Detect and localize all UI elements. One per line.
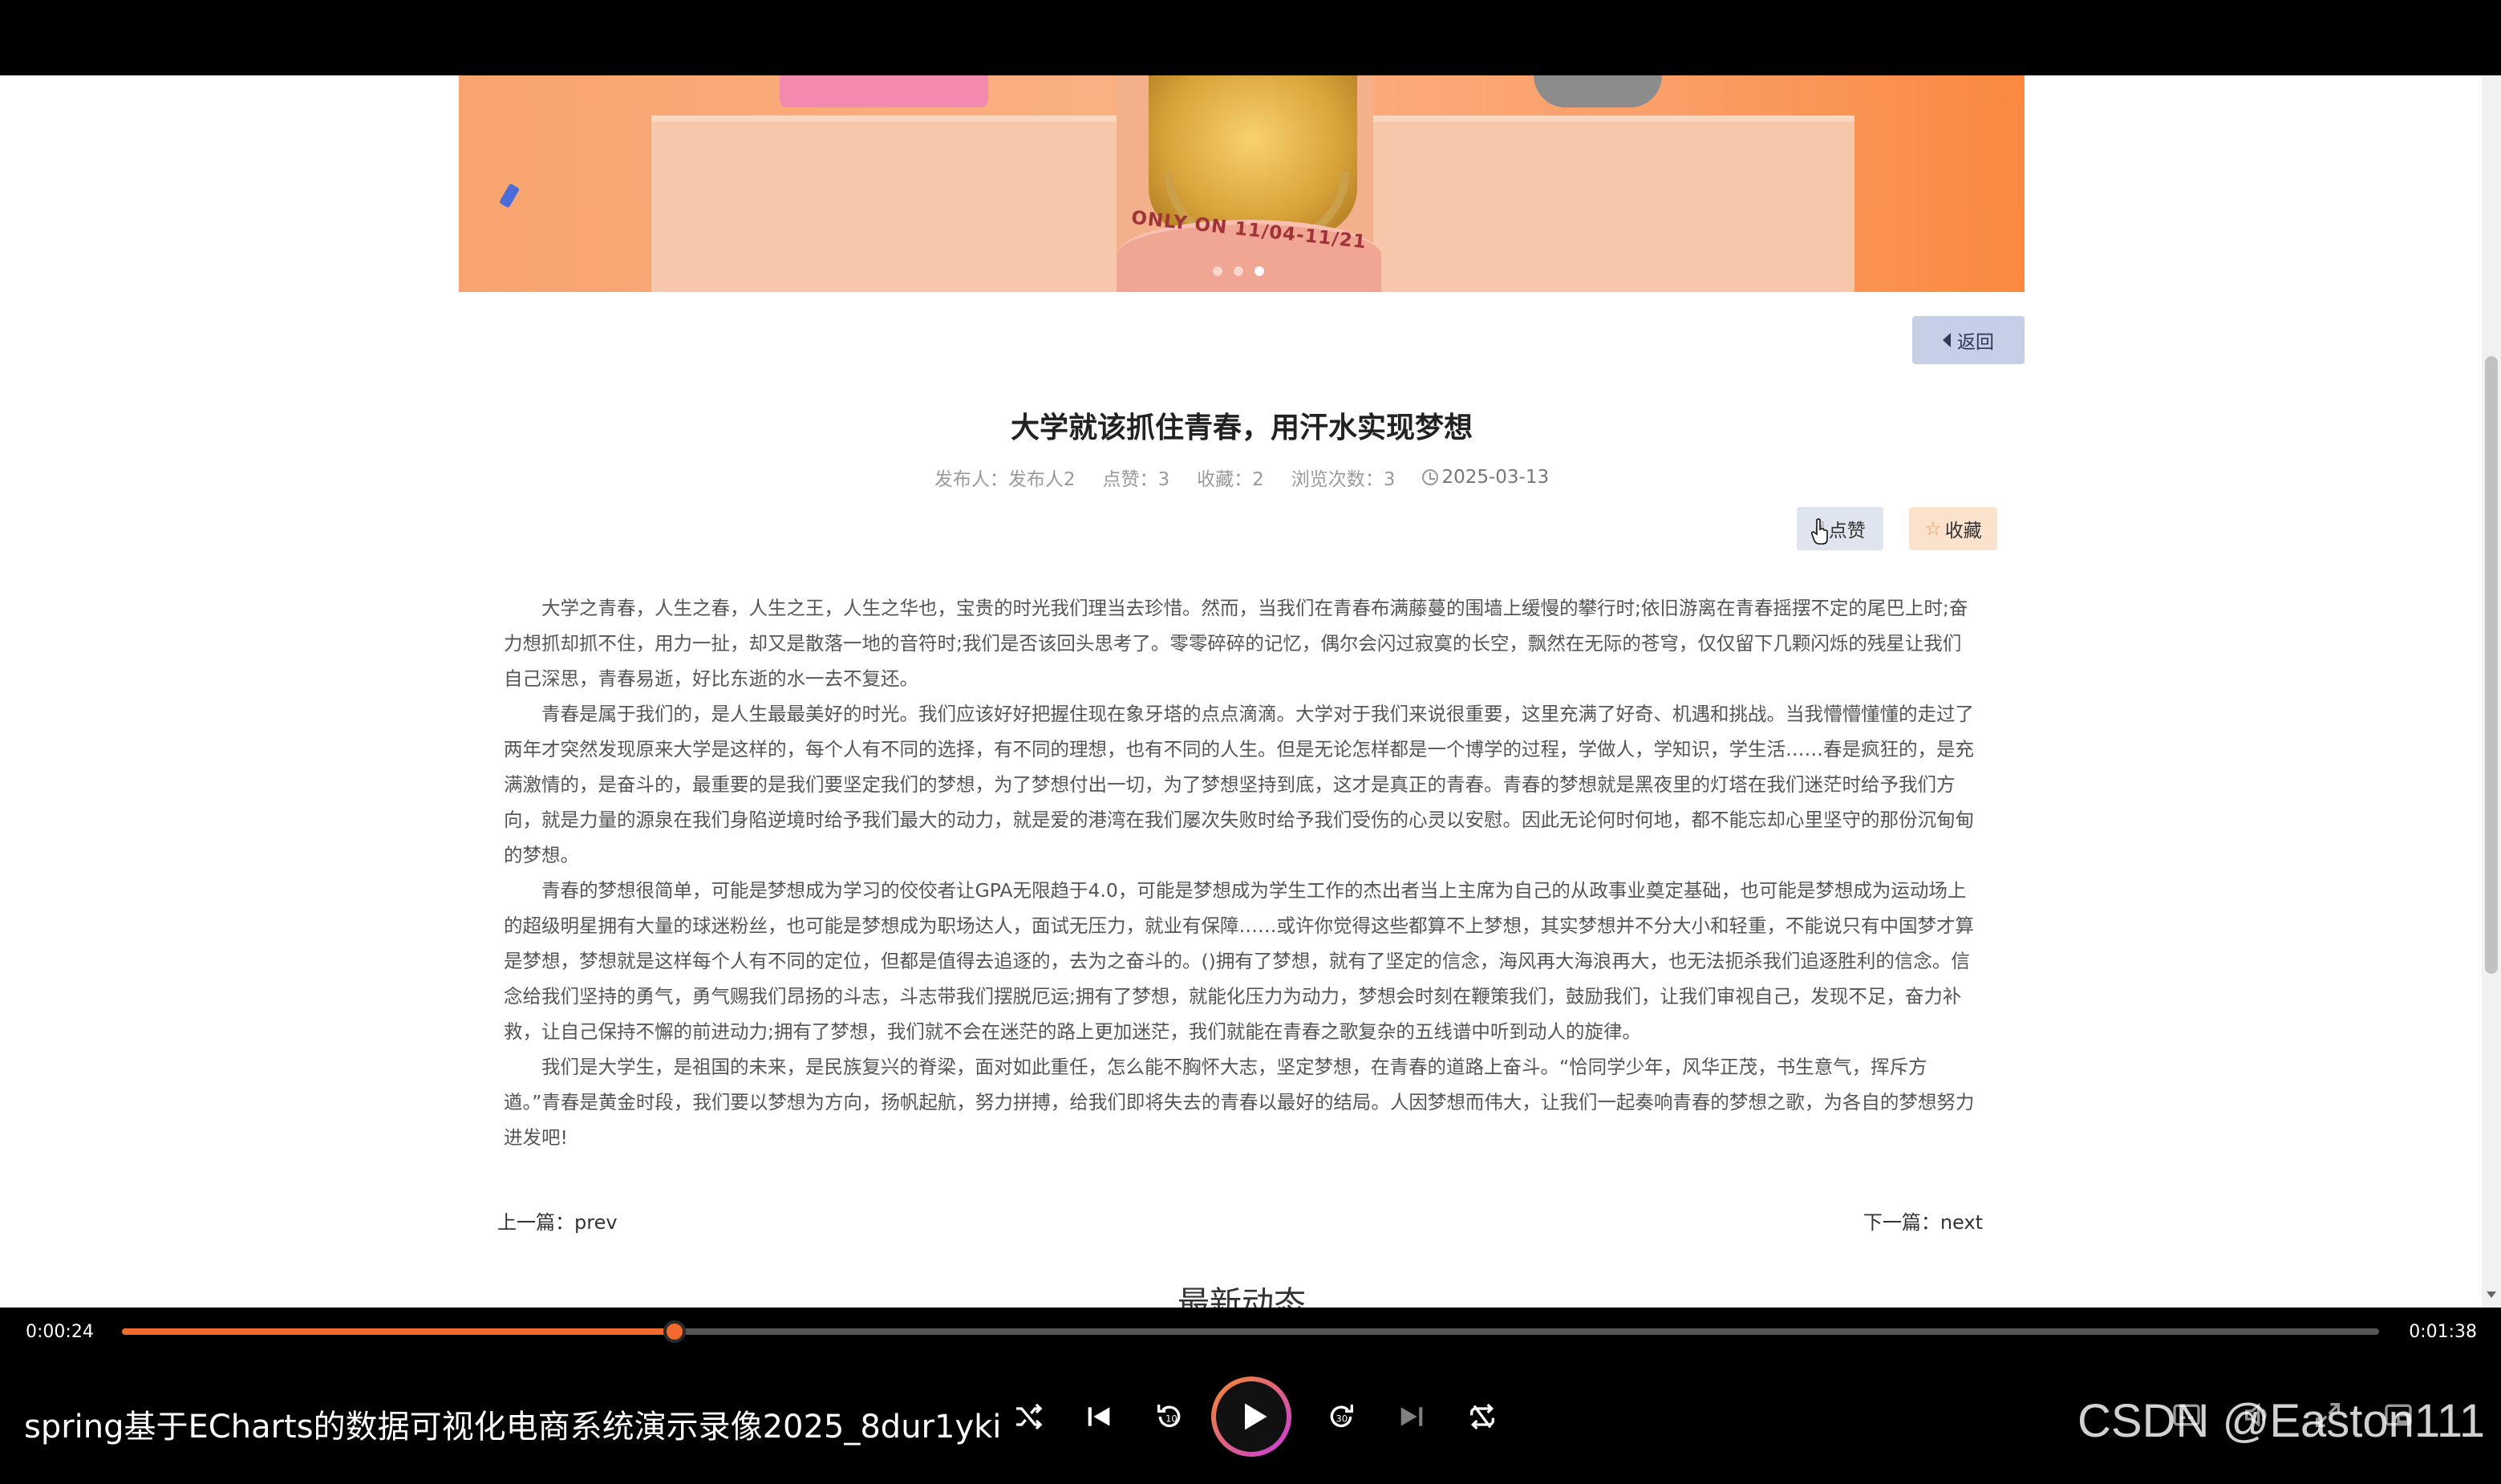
banner-pedestal-right	[1373, 116, 1854, 292]
rewind-10-icon: 10	[1157, 1405, 1181, 1428]
meta-likes: 点赞：3	[1102, 469, 1170, 490]
banner-product-right	[1534, 75, 1662, 107]
carousel-indicators	[1213, 266, 1264, 276]
clock-icon	[1422, 469, 1439, 485]
hand-cursor-icon	[1811, 518, 1828, 545]
play-button[interactable]	[1211, 1377, 1291, 1457]
play-button-inner	[1216, 1381, 1287, 1452]
prev-article-link[interactable]: 上一篇：prev	[497, 1206, 618, 1235]
back-button-label: 返回	[1957, 332, 1994, 353]
next-article-link[interactable]: 下一篇：next	[1863, 1206, 1983, 1235]
progress-fill	[122, 1328, 675, 1335]
svg-text:10: 10	[1165, 1413, 1178, 1425]
carousel-dot[interactable]	[1213, 266, 1222, 276]
back-button[interactable]: 返回	[1912, 316, 2025, 364]
play-icon	[1245, 1403, 1267, 1430]
video-player-controls: 0:00:24 0:01:38 spring基于ECharts的数据可视化电商系…	[0, 1308, 2501, 1484]
csdn-watermark: CSDN @Easton111	[2077, 1395, 2486, 1447]
web-page-viewport: ONLY ON 11/04-11/21 返回 大学就该抓住青春，用汗水实现梦想 …	[0, 75, 2501, 1308]
current-time: 0:00:24	[26, 1322, 94, 1342]
collect-button-label: 收藏	[1944, 521, 1982, 541]
video-title: spring基于ECharts的数据可视化电商系统演示录像2025_8dur1y…	[24, 1409, 1002, 1445]
meta-collects: 收藏：2	[1197, 469, 1264, 490]
like-button-label: 点赞	[1828, 521, 1866, 541]
svg-text:30: 30	[1336, 1413, 1348, 1425]
article-body: 大学之青春，人生之春，人生之王，人生之华也，宝贵的时光我们理当去珍惜。然而，当我…	[504, 590, 1980, 1155]
meta-date: 2025-03-13	[1422, 464, 1549, 491]
shuffle-button[interactable]	[1006, 1394, 1051, 1439]
star-icon: ☆	[1924, 517, 1942, 540]
collect-button[interactable]: ☆ 收藏	[1909, 507, 1997, 550]
previous-track-button[interactable]	[1076, 1394, 1121, 1439]
top-letterbox	[0, 0, 2501, 75]
caret-left-icon	[1943, 333, 1951, 347]
next-track-button[interactable]	[1389, 1394, 1434, 1439]
banner-product-left	[780, 75, 988, 107]
forward-30-icon: 30	[1330, 1405, 1353, 1428]
skip-previous-icon	[1088, 1407, 1110, 1426]
carousel-banner[interactable]: ONLY ON 11/04-11/21	[459, 75, 2025, 292]
meta-date-text: 2025-03-13	[1441, 467, 1550, 488]
rewind-button[interactable]: 10	[1147, 1394, 1192, 1439]
repeat-button[interactable]	[1460, 1394, 1505, 1439]
meta-publisher: 发布人：发布人2	[934, 469, 1076, 490]
latest-news-heading: 最新动态	[1178, 1285, 1306, 1308]
banner-pedestal-left	[651, 116, 1117, 292]
total-time: 0:01:38	[2409, 1322, 2477, 1342]
progress-knob[interactable]	[663, 1320, 687, 1343]
banner-sparkle	[498, 183, 521, 209]
article-title: 大学就该抓住青春，用汗水实现梦想	[1010, 412, 1473, 444]
article-paragraph: 青春是属于我们的，是人生最最美好的时光。我们应该好好把握住现在象牙塔的点点滴滴。…	[504, 703, 1974, 866]
progress-bar[interactable]	[122, 1320, 2379, 1343]
scroll-down-arrow-icon[interactable]	[2487, 1291, 2496, 1298]
article-paragraph: 青春的梦想很简单，可能是梦想成为学习的佼佼者让GPA无限趋于4.0，可能是梦想成…	[504, 879, 1974, 1043]
forward-button[interactable]: 30	[1319, 1394, 1364, 1439]
carousel-dot[interactable]	[1234, 266, 1243, 276]
article-meta: 发布人：发布人2 点赞：3 收藏：2 浏览次数：3 2025-03-13	[459, 464, 2025, 491]
like-button[interactable]: ☝ 点赞	[1797, 507, 1883, 550]
shuffle-icon	[1016, 1403, 1043, 1430]
article-paragraph: 大学之青春，人生之春，人生之王，人生之华也，宝贵的时光我们理当去珍惜。然而，当我…	[504, 597, 1968, 690]
scrollbar-thumb[interactable]	[2485, 356, 2498, 974]
repeat-icon	[1470, 1403, 1494, 1430]
carousel-dot-active[interactable]	[1255, 266, 1264, 276]
meta-views: 浏览次数：3	[1291, 469, 1396, 490]
article-paragraph: 我们是大学生，是祖国的未来，是民族复兴的脊梁，面对如此重任，怎么能不胸怀大志，坚…	[504, 1056, 1975, 1149]
skip-next-icon	[1400, 1407, 1423, 1426]
